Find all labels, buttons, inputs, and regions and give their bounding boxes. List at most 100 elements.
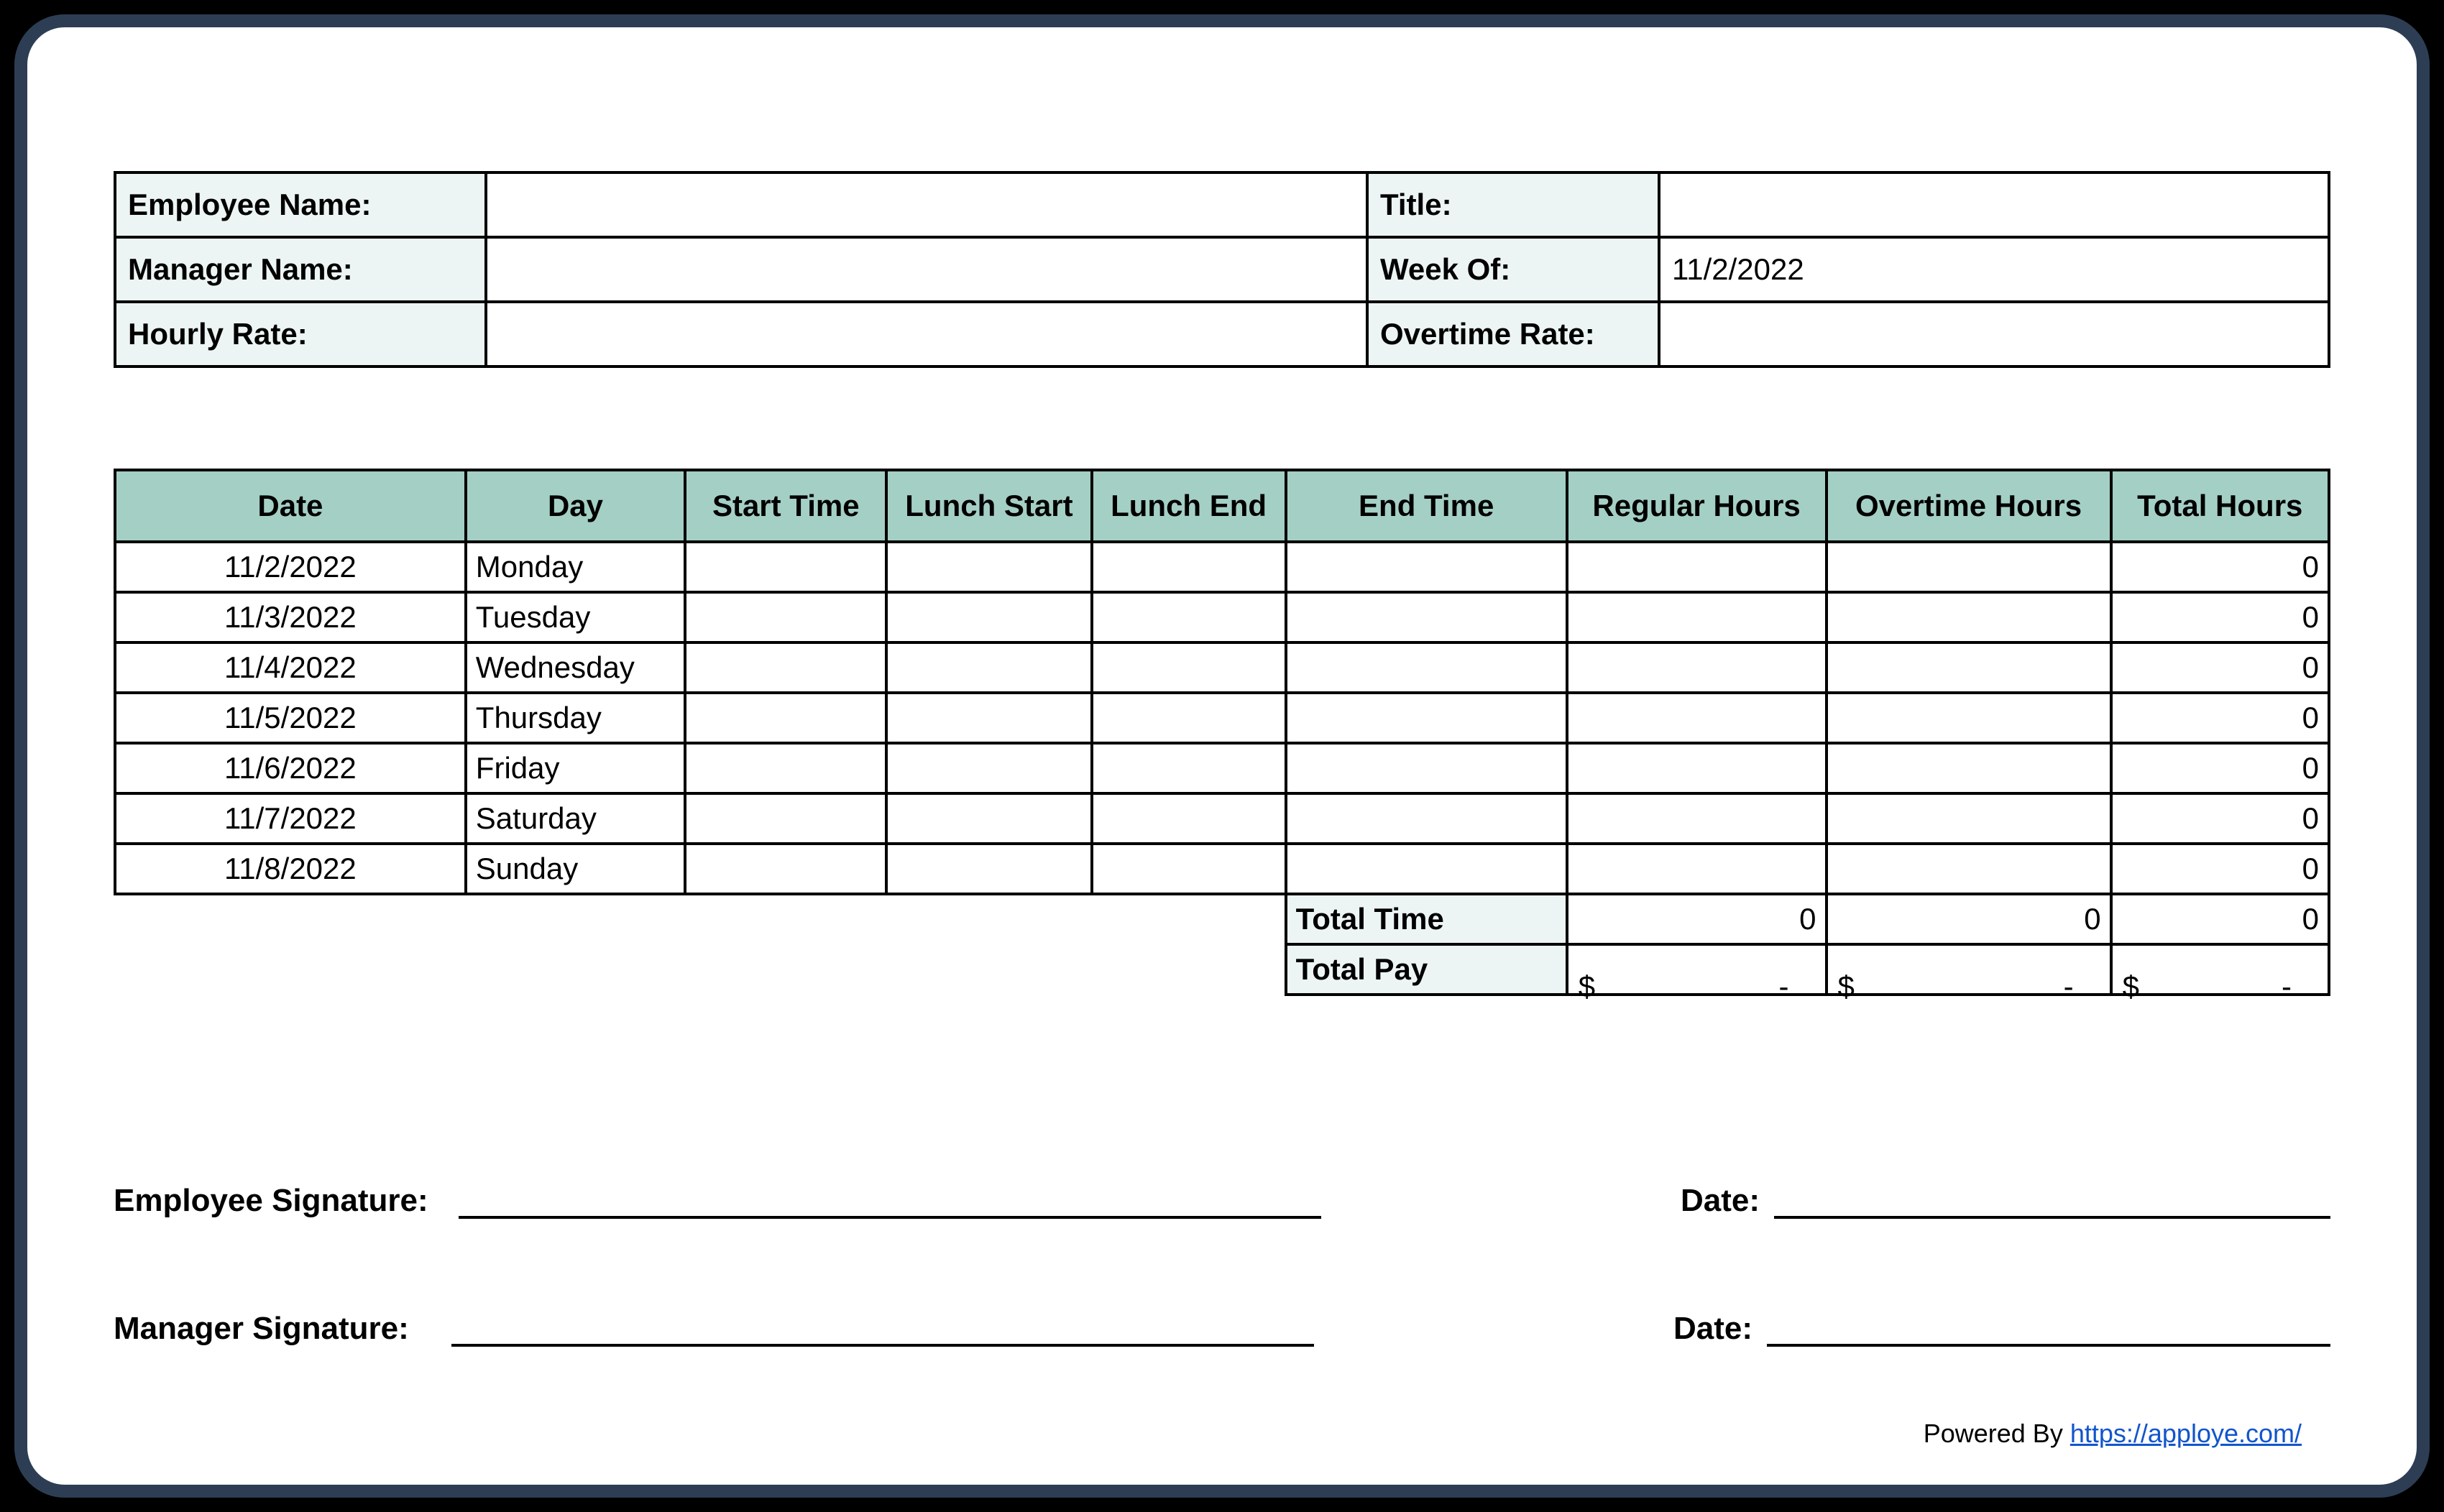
cell-end-time[interactable]: [1286, 693, 1567, 743]
cell-date: 11/3/2022: [115, 592, 466, 642]
cell-overtime-hours: [1827, 542, 2111, 592]
cell-lunch-start[interactable]: [886, 592, 1091, 642]
cell-regular-hours: [1567, 693, 1827, 743]
timesheet-row: 11/7/2022Saturday0: [115, 793, 2329, 844]
manager-name-value[interactable]: [486, 237, 1367, 302]
manager-signature-row: Manager Signature: Date:: [114, 1305, 2330, 1347]
cell-end-time[interactable]: [1286, 844, 1567, 894]
total-time-regular: 0: [1567, 894, 1827, 944]
cell-lunch-start[interactable]: [886, 793, 1091, 844]
total-time-row: Total Time 0 0 0: [115, 894, 2329, 944]
cell-start-time[interactable]: [685, 844, 886, 894]
total-pay-overtime: $ -: [1827, 944, 2111, 995]
cell-start-time[interactable]: [685, 542, 886, 592]
cell-lunch-end[interactable]: [1092, 793, 1286, 844]
cell-start-time[interactable]: [685, 793, 886, 844]
timesheet-row: 11/3/2022Tuesday0: [115, 592, 2329, 642]
total-time-label: Total Time: [1286, 894, 1567, 944]
cell-overtime-hours: [1827, 592, 2111, 642]
total-pay-regular: $ -: [1567, 944, 1827, 995]
cell-overtime-hours: [1827, 743, 2111, 793]
cell-end-time[interactable]: [1286, 642, 1567, 693]
cell-end-time[interactable]: [1286, 592, 1567, 642]
timesheet-row: 11/2/2022Monday0: [115, 542, 2329, 592]
header-day: Day: [466, 470, 685, 542]
pay-dash: -: [1779, 969, 1789, 1004]
info-table: Employee Name: Title: Manager Name: Week…: [114, 171, 2330, 368]
cell-lunch-start[interactable]: [886, 844, 1091, 894]
manager-date-line[interactable]: [1767, 1305, 2330, 1347]
timesheet-row: 11/4/2022Wednesday0: [115, 642, 2329, 693]
overtime-rate-value[interactable]: [1659, 302, 2329, 367]
cell-lunch-start[interactable]: [886, 642, 1091, 693]
cell-overtime-hours: [1827, 693, 2111, 743]
cell-start-time[interactable]: [685, 642, 886, 693]
document-body: Employee Name: Title: Manager Name: Week…: [114, 171, 2330, 996]
cell-day: Tuesday: [466, 592, 685, 642]
cell-lunch-end[interactable]: [1092, 542, 1286, 592]
header-overtime-hours: Overtime Hours: [1827, 470, 2111, 542]
cell-regular-hours: [1567, 844, 1827, 894]
cell-regular-hours: [1567, 642, 1827, 693]
cell-day: Sunday: [466, 844, 685, 894]
cell-day: Thursday: [466, 693, 685, 743]
employee-name-value[interactable]: [486, 172, 1367, 237]
footer-link[interactable]: https://apploye.com/: [2070, 1419, 2302, 1448]
cell-lunch-start[interactable]: [886, 542, 1091, 592]
timesheet-row: 11/8/2022Sunday0: [115, 844, 2329, 894]
header-regular-hours: Regular Hours: [1567, 470, 1827, 542]
total-time-overtime: 0: [1827, 894, 2111, 944]
footer-prefix: Powered By: [1924, 1419, 2070, 1448]
employee-signature-row: Employee Signature: Date:: [114, 1177, 2330, 1219]
manager-signature-label: Manager Signature:: [114, 1311, 451, 1347]
currency-symbol: $: [1838, 969, 1855, 1004]
timesheet-header-row: Date Day Start Time Lunch Start Lunch En…: [115, 470, 2329, 542]
employee-signature-line[interactable]: [459, 1177, 1321, 1219]
header-date: Date: [115, 470, 466, 542]
header-lunch-end: Lunch End: [1092, 470, 1286, 542]
info-row-employee: Employee Name: Title:: [115, 172, 2329, 237]
cell-date: 11/2/2022: [115, 542, 466, 592]
cell-start-time[interactable]: [685, 592, 886, 642]
cell-regular-hours: [1567, 793, 1827, 844]
total-pay-label: Total Pay: [1286, 944, 1567, 995]
employee-name-label: Employee Name:: [115, 172, 486, 237]
cell-date: 11/5/2022: [115, 693, 466, 743]
hourly-rate-value[interactable]: [486, 302, 1367, 367]
cell-lunch-start[interactable]: [886, 743, 1091, 793]
header-total-hours: Total Hours: [2111, 470, 2329, 542]
cell-end-time[interactable]: [1286, 542, 1567, 592]
week-of-value[interactable]: 11/2/2022: [1659, 237, 2329, 302]
cell-lunch-end[interactable]: [1092, 642, 1286, 693]
pay-dash: -: [2282, 969, 2292, 1004]
cell-regular-hours: [1567, 592, 1827, 642]
employee-date-line[interactable]: [1774, 1177, 2330, 1219]
cell-total-hours: 0: [2111, 844, 2329, 894]
cell-start-time[interactable]: [685, 743, 886, 793]
currency-symbol: $: [1579, 969, 1595, 1004]
cell-end-time[interactable]: [1286, 793, 1567, 844]
cell-overtime-hours: [1827, 642, 2111, 693]
cell-lunch-end[interactable]: [1092, 693, 1286, 743]
cell-date: 11/4/2022: [115, 642, 466, 693]
cell-day: Wednesday: [466, 642, 685, 693]
cell-lunch-end[interactable]: [1092, 592, 1286, 642]
cell-lunch-end[interactable]: [1092, 743, 1286, 793]
cell-regular-hours: [1567, 743, 1827, 793]
cell-date: 11/6/2022: [115, 743, 466, 793]
manager-signature-line[interactable]: [451, 1305, 1314, 1347]
cell-day: Monday: [466, 542, 685, 592]
cell-start-time[interactable]: [685, 693, 886, 743]
cell-end-time[interactable]: [1286, 743, 1567, 793]
cell-overtime-hours: [1827, 793, 2111, 844]
week-of-label: Week Of:: [1367, 237, 1659, 302]
manager-name-label: Manager Name:: [115, 237, 486, 302]
manager-date-label: Date:: [1673, 1311, 1767, 1347]
info-row-rate: Hourly Rate: Overtime Rate:: [115, 302, 2329, 367]
cell-lunch-end[interactable]: [1092, 844, 1286, 894]
cell-lunch-start[interactable]: [886, 693, 1091, 743]
title-value[interactable]: [1659, 172, 2329, 237]
total-time-total: 0: [2111, 894, 2329, 944]
header-lunch-start: Lunch Start: [886, 470, 1091, 542]
timesheet-row: 11/5/2022Thursday0: [115, 693, 2329, 743]
